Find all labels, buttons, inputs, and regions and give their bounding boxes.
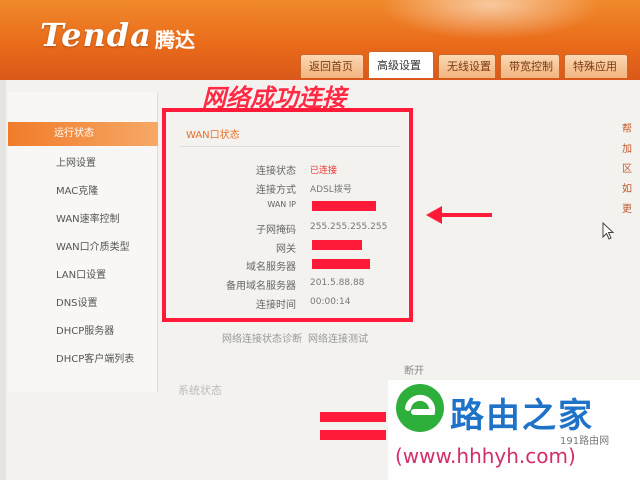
- app-header: Tenda 腾达 返回首页 高级设置 无线设置 带宽控制 特殊应用: [0, 0, 640, 80]
- mouse-cursor-icon: [602, 222, 614, 240]
- sidebar-item-dhcp-client-list[interactable]: DHCP客户端列表: [8, 350, 158, 370]
- sidebar-item-dns-settings[interactable]: DNS设置: [8, 294, 158, 314]
- system-status-title: 系统状态: [178, 384, 222, 397]
- annotation-highlight-box: [162, 108, 413, 322]
- tab-advanced-settings[interactable]: 高级设置: [368, 51, 434, 78]
- annotation-arrow-icon: [426, 206, 492, 224]
- sidebar-item-wan-media[interactable]: WAN口介质类型: [8, 238, 158, 258]
- annotation-equal-bar-top: [320, 412, 386, 422]
- sidebar-item-lan-settings[interactable]: LAN口设置: [8, 266, 158, 286]
- watermark-name: 路由之家: [450, 396, 594, 436]
- tab-wireless-settings[interactable]: 无线设置: [438, 54, 496, 78]
- light-glare: [380, 0, 600, 40]
- sidebar-item-wan-rate[interactable]: WAN速率控制: [8, 210, 158, 230]
- brand-logo: Tenda: [40, 16, 152, 54]
- help-line-4: 如: [622, 184, 632, 195]
- help-line-1: 帮: [622, 124, 632, 135]
- sidebar-item-internet-settings[interactable]: 上网设置: [8, 154, 158, 174]
- sidebar-item-mac-clone[interactable]: MAC克隆: [8, 182, 158, 202]
- watermark-tag: 191路由网: [560, 436, 610, 447]
- help-line-2: 加: [622, 144, 632, 155]
- watermark-url: (www.hhhyh.com): [395, 444, 576, 468]
- sidebar: 运行状态 上网设置 MAC克隆 WAN速率控制 WAN口介质类型 LAN口设置 …: [8, 92, 158, 392]
- help-line-6[interactable]: 更: [622, 200, 640, 220]
- watermark-logo-icon: [396, 384, 444, 432]
- tab-bandwidth-control[interactable]: 带宽控制: [500, 54, 560, 78]
- tab-home[interactable]: 返回首页: [300, 54, 364, 78]
- sidebar-item-run-status[interactable]: 运行状态: [8, 122, 158, 146]
- help-panel: 帮 加 区 如 更: [622, 120, 640, 260]
- network-test-link[interactable]: 网络连接测试: [308, 330, 368, 345]
- tab-special-apps[interactable]: 特殊应用: [564, 54, 628, 78]
- network-diagnosis-link[interactable]: 网络连接状态诊断: [222, 330, 302, 345]
- annotation-equal-bar-bottom: [320, 430, 386, 440]
- top-tabs: 返回首页 高级设置 无线设置 带宽控制 特殊应用: [300, 51, 628, 78]
- help-line-3: 区: [622, 164, 632, 175]
- disconnect-button[interactable]: 断开: [404, 362, 424, 377]
- brand-name-cn: 腾达: [155, 28, 195, 52]
- sidebar-item-dhcp-server[interactable]: DHCP服务器: [8, 322, 158, 342]
